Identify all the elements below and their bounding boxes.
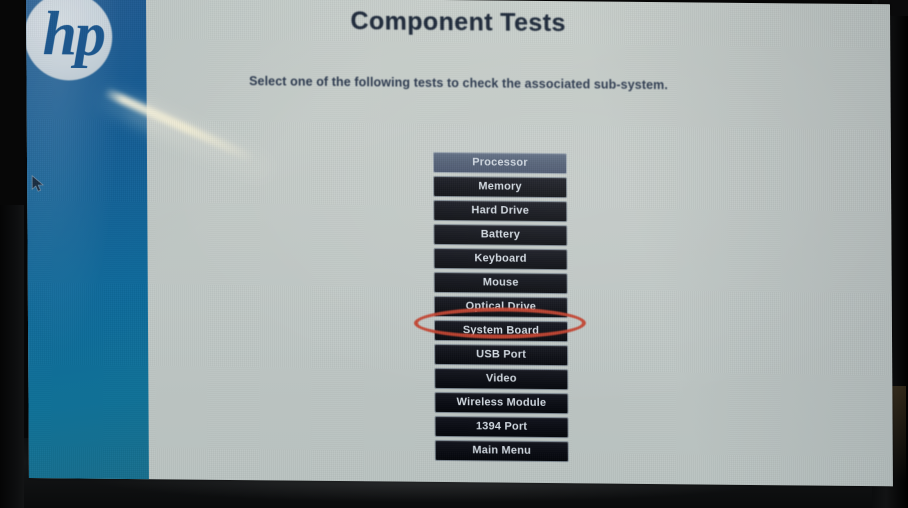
laptop-screen: hp Component Tests Select one of the fol… — [26, 0, 893, 487]
menu-button-memory[interactable]: Memory — [433, 175, 568, 199]
annotation-ellipse-system-board — [413, 307, 587, 339]
mouse-cursor-icon — [31, 174, 47, 193]
menu-button-wireless-module[interactable]: Wireless Module — [434, 391, 569, 415]
menu-button-processor[interactable]: Processor — [432, 151, 568, 175]
menu-button-1394-port[interactable]: 1394 Port — [434, 415, 569, 439]
page-title: Component Tests — [350, 7, 566, 38]
menu-button-keyboard[interactable]: Keyboard — [433, 247, 568, 271]
menu-button-video[interactable]: Video — [434, 367, 569, 391]
menu-button-mouse[interactable]: Mouse — [433, 271, 568, 295]
menu-button-usb-port[interactable]: USB Port — [434, 343, 569, 367]
laptop-bezel-left — [0, 205, 24, 508]
photo-frame: hp Component Tests Select one of the fol… — [0, 0, 908, 508]
menu-button-hard-drive[interactable]: Hard Drive — [433, 199, 568, 223]
menu-button-main-menu[interactable]: Main Menu — [434, 439, 569, 463]
menu-button-battery[interactable]: Battery — [433, 223, 568, 247]
page-subtitle: Select one of the following tests to che… — [249, 74, 668, 93]
